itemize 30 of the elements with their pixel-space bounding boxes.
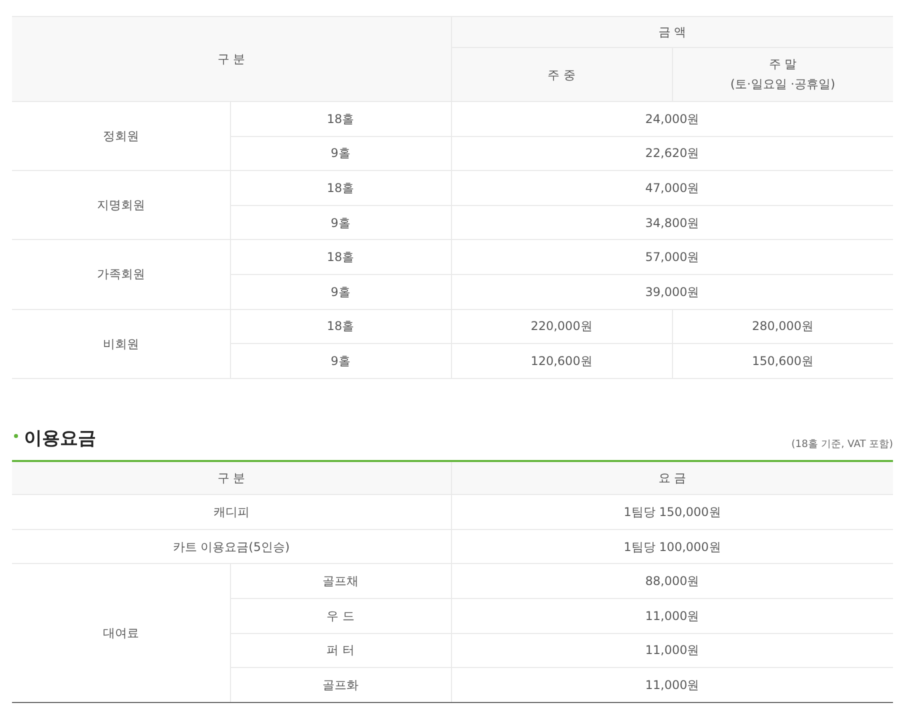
table-cell: 퍼 터	[230, 633, 452, 668]
table-cell: 캐디피	[12, 494, 452, 530]
table-cell: 18홀	[230, 240, 452, 274]
table-cell: 18홀	[230, 102, 452, 136]
table-cell: 9홀	[230, 274, 452, 310]
table-cell: 9홀	[230, 344, 452, 378]
table-cell: 정회원	[12, 102, 230, 171]
table-cell: 골프화	[230, 668, 452, 702]
table-cell: 대여료	[12, 564, 230, 702]
header-cell: 주 중	[451, 48, 672, 102]
table-cell: 9홀	[230, 136, 452, 171]
table-cell: 우 드	[230, 598, 452, 634]
header-cell: 금 액	[451, 16, 893, 48]
table-cell: 18홀	[230, 170, 452, 206]
header-cell: 구 분	[12, 16, 452, 102]
header-cell: 주 말 (토·일요일 ·공휴일)	[672, 48, 893, 102]
table-cell: 220,000원	[451, 309, 672, 344]
table-cell: 골프채	[230, 564, 452, 599]
section-title: 이용요금	[24, 426, 96, 451]
table-cell: 120,600원	[451, 344, 672, 378]
header-cell: 요 금	[451, 460, 893, 495]
table-cell: 가족회원	[12, 240, 230, 310]
table-cell: 비회원	[12, 309, 230, 378]
table-cell: 9홀	[230, 205, 452, 240]
table-cell: 지명회원	[12, 170, 230, 240]
table-cell: 18홀	[230, 309, 452, 344]
section-note: (18홀 기준, VAT 포함)	[791, 438, 893, 452]
bullet-icon	[14, 434, 18, 438]
header-cell: 구 분	[12, 460, 452, 495]
table-cell: 카트 이용요금(5인승)	[12, 529, 452, 564]
